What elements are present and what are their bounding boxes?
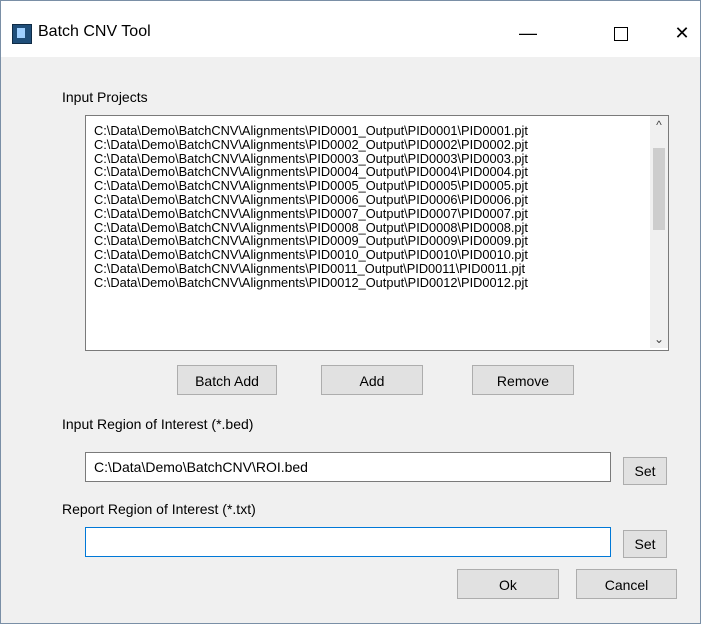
report-path-input[interactable] [85,527,611,557]
roi-path-input[interactable]: C:\Data\Demo\BatchCNV\ROI.bed [85,452,611,482]
batch-add-button[interactable]: Batch Add [177,365,277,395]
window-title: Batch CNV Tool [38,23,151,40]
scroll-down-icon[interactable]: ⌄ [650,330,668,348]
input-projects-label: Input Projects [62,89,148,105]
list-item[interactable]: C:\Data\Demo\BatchCNV\Alignments\PID0004… [94,165,634,179]
maximize-button[interactable] [598,18,644,48]
add-button[interactable]: Add [321,365,423,395]
input-projects-list[interactable]: C:\Data\Demo\BatchCNV\Alignments\PID0001… [85,115,669,351]
report-label: Report Region of Interest (*.txt) [62,501,256,517]
list-item[interactable]: C:\Data\Demo\BatchCNV\Alignments\PID0009… [94,234,634,248]
ok-button[interactable]: Ok [457,569,559,599]
title-bar: Batch CNV Tool — ✕ [1,1,700,57]
set-roi-button[interactable]: Set [623,457,667,485]
scroll-thumb[interactable] [653,148,665,230]
list-items: C:\Data\Demo\BatchCNV\Alignments\PID0001… [94,124,634,290]
list-item[interactable]: C:\Data\Demo\BatchCNV\Alignments\PID0005… [94,179,634,193]
list-item[interactable]: C:\Data\Demo\BatchCNV\Alignments\PID0007… [94,206,634,221]
roi-label: Input Region of Interest (*.bed) [62,416,254,432]
close-button[interactable]: ✕ [662,18,701,48]
list-item[interactable]: C:\Data\Demo\BatchCNV\Alignments\PID0012… [94,275,634,290]
minimize-button[interactable]: — [505,18,551,48]
app-icon [12,24,32,44]
vertical-scrollbar[interactable]: ^ ⌄ [650,116,668,348]
list-item[interactable]: C:\Data\Demo\BatchCNV\Alignments\PID0006… [94,193,634,207]
maximize-icon [614,27,628,42]
list-item[interactable]: C:\Data\Demo\BatchCNV\Alignments\PID0003… [94,151,634,166]
list-item[interactable]: C:\Data\Demo\BatchCNV\Alignments\PID0011… [94,262,634,276]
remove-button[interactable]: Remove [472,365,574,395]
list-item[interactable]: C:\Data\Demo\BatchCNV\Alignments\PID0008… [94,220,634,235]
cancel-button[interactable]: Cancel [576,569,677,599]
batch-cnv-dialog: Batch CNV Tool — ✕ Input Projects C:\Dat… [0,0,701,624]
list-item[interactable]: C:\Data\Demo\BatchCNV\Alignments\PID0001… [94,124,634,138]
scroll-up-icon[interactable]: ^ [650,116,668,134]
set-report-button[interactable]: Set [623,530,667,558]
list-item[interactable]: C:\Data\Demo\BatchCNV\Alignments\PID0010… [94,248,634,262]
list-item[interactable]: C:\Data\Demo\BatchCNV\Alignments\PID0002… [94,137,634,152]
